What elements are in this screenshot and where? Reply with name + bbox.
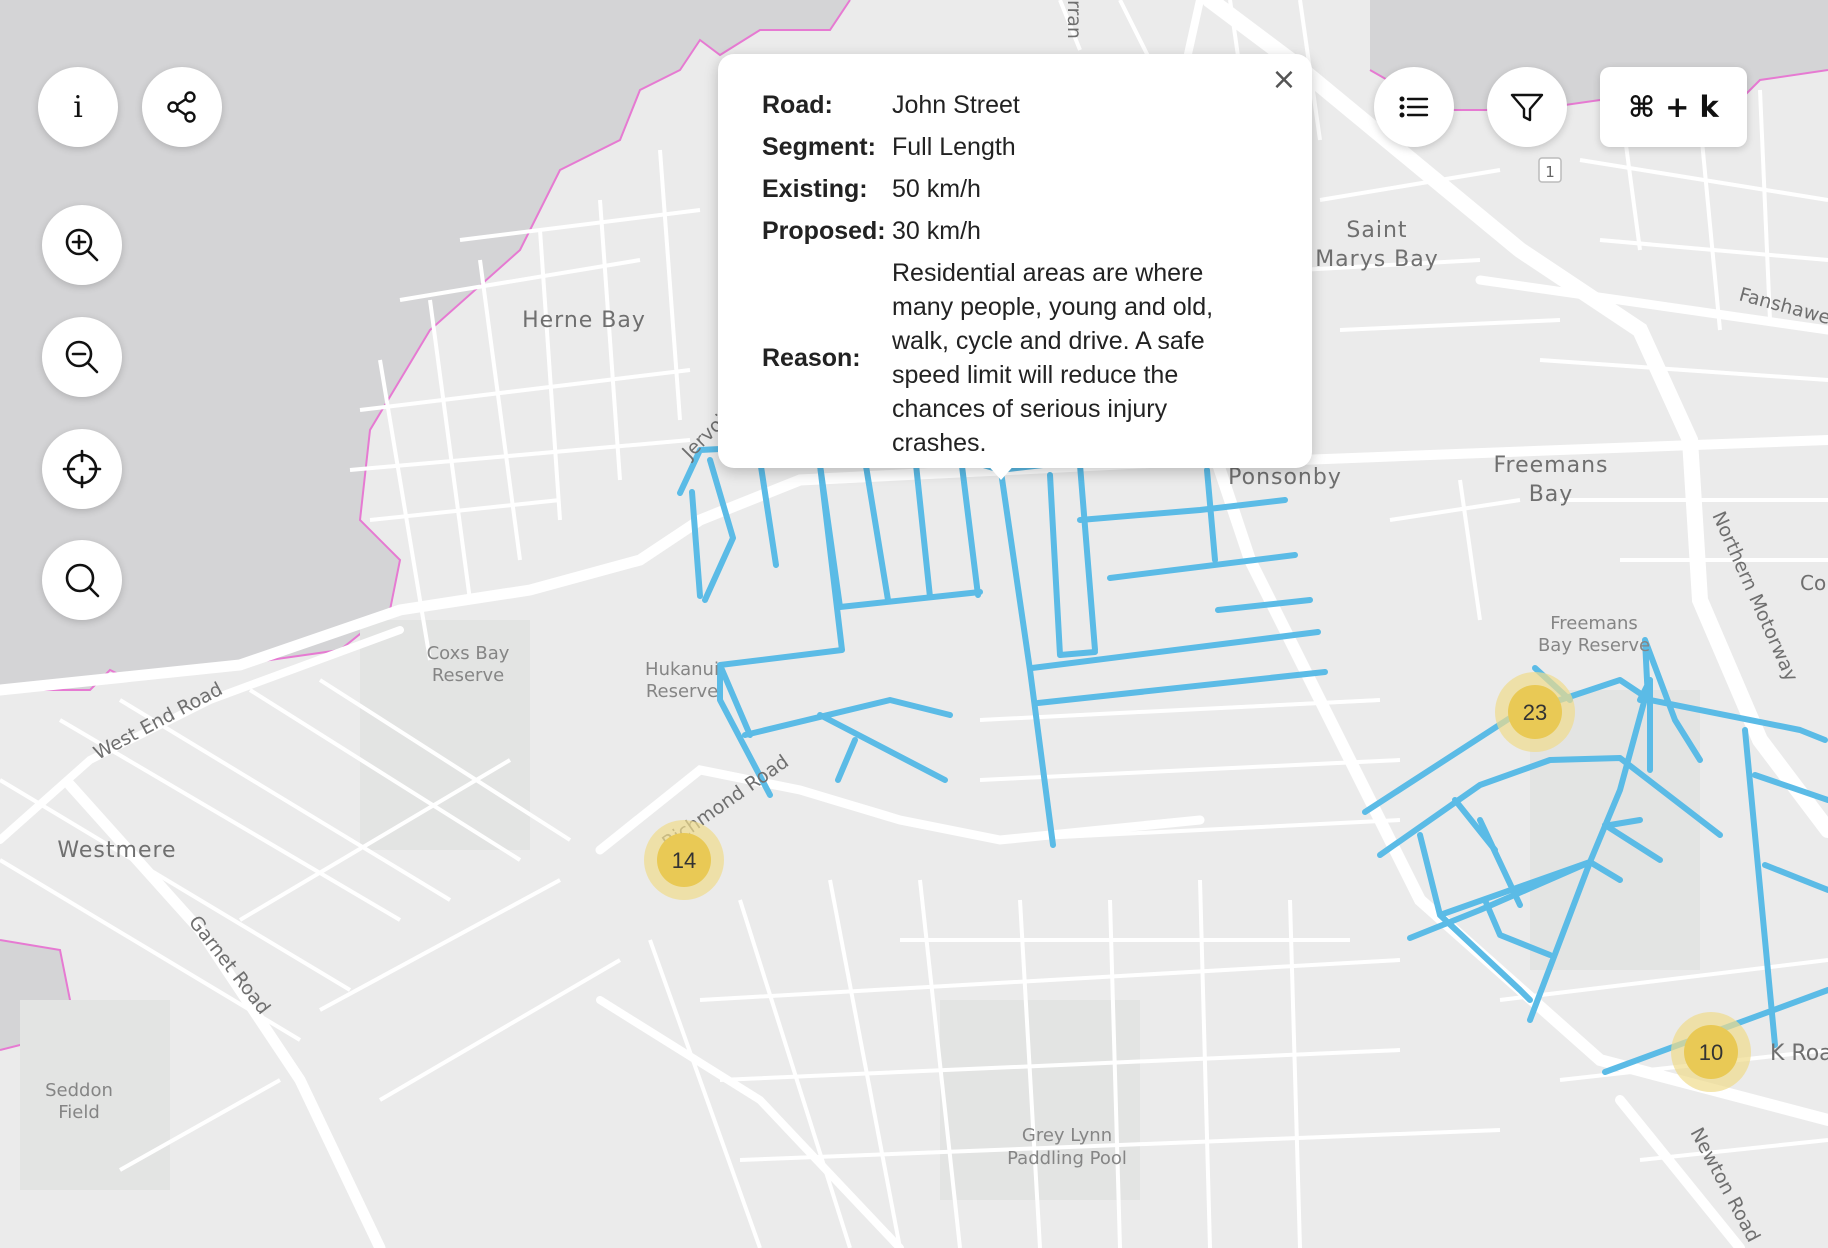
route-shield-label: 1: [1545, 163, 1555, 181]
cluster-count: 23: [1523, 700, 1547, 725]
cluster-marker[interactable]: 10: [1671, 1012, 1751, 1092]
label-freemans-bay-reserve: Freemans: [1550, 613, 1638, 634]
road-key: Road:: [762, 91, 833, 119]
crosshair-icon: [62, 449, 102, 489]
label-ponsonby: Ponsonby: [1228, 465, 1342, 490]
zoom-in-button[interactable]: [42, 205, 122, 285]
label-grey-lynn-paddling-pool: Grey Lynn: [1022, 1125, 1112, 1146]
keyboard-shortcut-button[interactable]: ⌘ + k: [1600, 67, 1747, 147]
cluster-count: 14: [672, 848, 696, 873]
label-edge-right: Co: [1800, 571, 1826, 595]
list-icon: [1399, 96, 1429, 118]
detail-row-reason: Reason: Residential areas are where many…: [762, 252, 1242, 464]
zoom-out-button[interactable]: [42, 317, 122, 397]
search-icon: [65, 563, 100, 598]
reason-value: Residential areas are where many people,…: [892, 259, 1214, 457]
detail-row-existing: Existing: 50 km/h: [762, 168, 1242, 210]
proposed-value: 30 km/h: [892, 217, 981, 245]
label-hukanui-reserve-2: Reserve: [646, 681, 718, 702]
park-area: [940, 1000, 1140, 1200]
label-saint-marys-bay-2: Marys Bay: [1315, 247, 1439, 272]
share-button[interactable]: [142, 67, 222, 147]
label-saint-marys-bay: Saint: [1346, 218, 1407, 243]
label-herne-bay: Herne Bay: [522, 308, 646, 333]
info-button[interactable]: i: [38, 67, 118, 147]
list-button[interactable]: [1374, 67, 1454, 147]
label-k-road: K Road: [1770, 1041, 1828, 1066]
label-freemans-bay: Freemans: [1493, 453, 1608, 478]
road-value: John Street: [892, 91, 1020, 119]
detail-row-segment: Segment: Full Length: [762, 126, 1242, 168]
segment-value: Full Length: [892, 133, 1016, 161]
label-edge-top: rran: [1063, 0, 1085, 39]
detail-row-proposed: Proposed: 30 km/h: [762, 210, 1242, 252]
locate-button[interactable]: [42, 429, 122, 509]
filter-icon: [1510, 93, 1544, 122]
cluster-marker[interactable]: 23: [1495, 672, 1575, 752]
reason-key: Reason:: [762, 344, 861, 372]
label-coxs-bay-reserve: Coxs Bay: [427, 643, 510, 664]
road-details-popup: × Road: John Street Segment: Full Length…: [718, 54, 1312, 468]
search-button[interactable]: [42, 540, 122, 620]
label-grey-lynn-paddling-pool-2: Paddling Pool: [1007, 1148, 1127, 1169]
share-icon: [167, 91, 196, 123]
zoom-out-icon: [65, 340, 99, 374]
label-westmere: Westmere: [57, 838, 176, 863]
info-icon: i: [73, 89, 83, 125]
label-seddon-field: Seddon: [45, 1080, 113, 1101]
label-freemans-bay-2: Bay: [1529, 482, 1574, 507]
proposed-key: Proposed:: [762, 217, 886, 245]
close-icon[interactable]: ×: [1270, 65, 1298, 95]
cluster-marker[interactable]: 14: [644, 820, 724, 900]
label-coxs-bay-reserve-2: Reserve: [432, 665, 504, 686]
label-hukanui-reserve: Hukanui: [645, 659, 719, 680]
road-details-table: Road: John Street Segment: Full Length E…: [762, 84, 1242, 464]
detail-row-road: Road: John Street: [762, 84, 1242, 126]
label-garnet-road: Garnet Road: [184, 912, 274, 1019]
cluster-count: 10: [1699, 1040, 1723, 1065]
segment-key: Segment:: [762, 133, 876, 161]
label-freemans-bay-reserve-2: Bay Reserve: [1538, 635, 1650, 656]
filter-button[interactable]: [1487, 67, 1567, 147]
label-seddon-field-2: Field: [58, 1102, 100, 1123]
zoom-in-icon: [65, 228, 99, 262]
existing-key: Existing:: [762, 175, 868, 203]
existing-value: 50 km/h: [892, 175, 981, 203]
popup-pointer: [985, 462, 1017, 480]
